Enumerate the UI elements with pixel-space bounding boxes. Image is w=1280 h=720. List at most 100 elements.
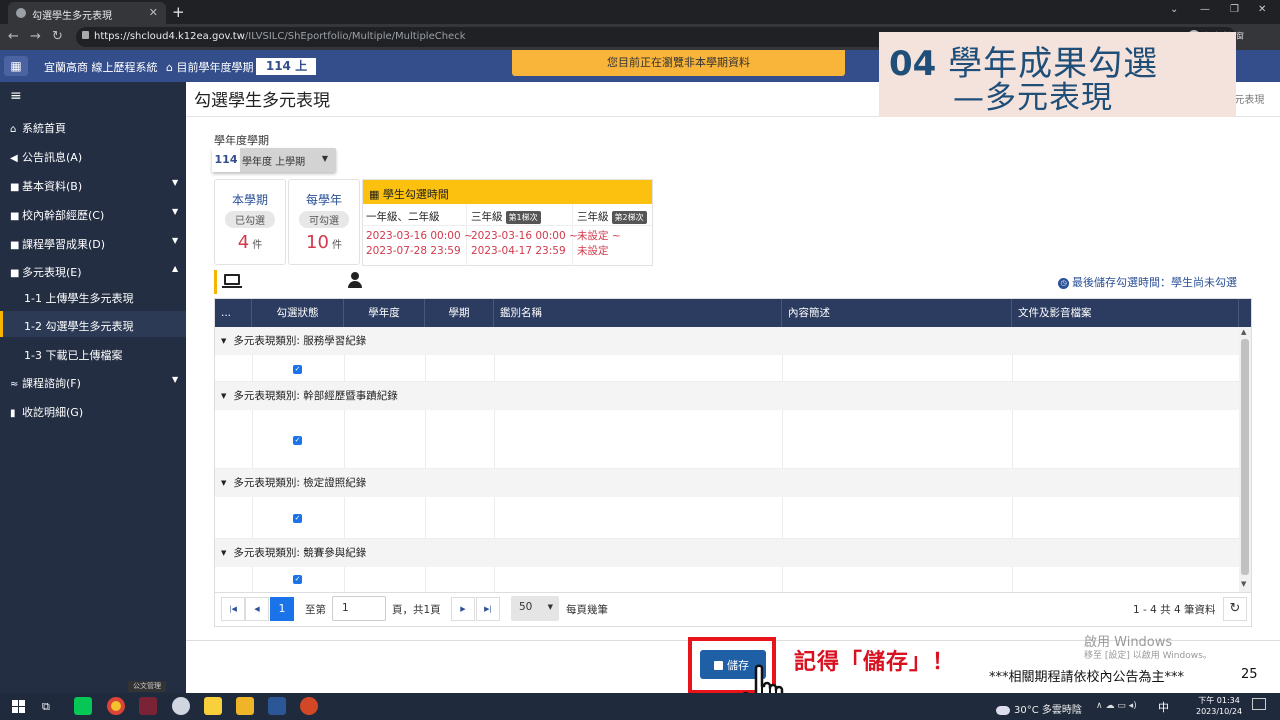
sidebar-subitem[interactable]: 1-3 下載已上傳檔案 bbox=[24, 347, 122, 363]
hamburger-menu-icon[interactable]: ≡ bbox=[0, 88, 186, 104]
next-page-icon[interactable]: ▶ bbox=[451, 597, 475, 621]
page-number-input[interactable]: 1 bbox=[332, 596, 386, 621]
grid-col-menu[interactable]: ... bbox=[215, 299, 252, 327]
sidebar-subitem[interactable]: 1-1 上傳學生多元表現 bbox=[24, 290, 133, 306]
windows-start-icon[interactable] bbox=[12, 700, 25, 713]
scroll-up-icon[interactable]: ▲ bbox=[1241, 328, 1246, 336]
sidebar-item-label: 校內幹部經歷(C) bbox=[22, 209, 105, 222]
new-tab-button[interactable]: + bbox=[172, 3, 185, 21]
sidebar-subitem[interactable]: 1-2 勾選學生多元表現 bbox=[24, 318, 133, 334]
first-page-icon[interactable]: |◀ bbox=[221, 597, 245, 621]
ime-indicator[interactable]: 中 bbox=[1158, 699, 1169, 715]
sitemap-icon: ■ bbox=[10, 211, 20, 222]
minimize-icon[interactable]: — bbox=[1200, 4, 1210, 15]
grid-col-term[interactable]: 學期 bbox=[425, 299, 494, 327]
reload-icon[interactable]: ↻ bbox=[52, 29, 63, 44]
select-checkbox[interactable]: ✓ bbox=[293, 436, 302, 445]
grid-col-status[interactable]: 勾選狀態 bbox=[252, 299, 344, 327]
sidebar-item[interactable]: ■ 多元表現(E) ▲ bbox=[10, 264, 178, 280]
sticky-notes-icon[interactable] bbox=[204, 697, 222, 715]
browser-tab[interactable]: 勾選學生多元表現 ✕ bbox=[8, 2, 166, 24]
forward-icon[interactable]: → bbox=[30, 29, 41, 44]
select-checkbox[interactable]: ✓ bbox=[293, 514, 302, 523]
maximize-icon[interactable]: ❐ bbox=[1230, 4, 1239, 15]
close-window-icon[interactable]: ✕ bbox=[1258, 4, 1266, 15]
laptop-icon[interactable] bbox=[224, 274, 240, 285]
grid-group-row[interactable]: ▼ 多元表現類別: 服務學習紀錄 bbox=[215, 327, 1239, 355]
tab-title: 勾選學生多元表現 bbox=[32, 11, 112, 22]
stat-card-limit: 每學年 可勾選 10 件 bbox=[288, 179, 360, 265]
file-icon: ▮ bbox=[10, 408, 16, 419]
sidebar-item[interactable]: ■ 校內幹部經歷(C) ▼ bbox=[10, 207, 178, 223]
sidebar-item[interactable]: ◀ 公告訊息(A) bbox=[10, 149, 82, 165]
url-path: /ILVSILC/ShEportfolio/Multiple/MultipleC… bbox=[244, 31, 466, 42]
taskbar-clock[interactable]: 下午 01:34 2023/10/24 bbox=[1196, 695, 1242, 717]
grid-group-label: 多元表現類別: 檢定證照紀錄 bbox=[233, 477, 367, 489]
grid-data-row[interactable]: ✓ bbox=[215, 497, 1239, 539]
prev-page-icon[interactable]: ◀ bbox=[245, 597, 269, 621]
weather-widget[interactable]: 30°C 多雲時陰 bbox=[996, 701, 1082, 716]
grid-group-row[interactable]: ▼ 多元表現類別: 競賽參與紀錄 bbox=[215, 539, 1239, 567]
scroll-down-icon[interactable]: ▼ bbox=[1241, 580, 1246, 588]
system-tray-icons[interactable]: ∧ ☁ ▭ ◂) bbox=[1096, 701, 1137, 711]
last-save-text: 最後儲存勾選時間：學生尚未勾選 bbox=[1072, 276, 1237, 289]
sidebar-item[interactable]: ≈ 課程諮詢(F) ▼ bbox=[10, 375, 178, 391]
sidebar-item[interactable]: ■ 基本資料(B) ▼ bbox=[10, 178, 178, 194]
sidebar-item[interactable]: ■ 課程學習成果(D) ▼ bbox=[10, 236, 178, 252]
expand-caret-icon[interactable]: ▼ bbox=[221, 479, 226, 487]
tab-search-icon[interactable]: ⌄ bbox=[1170, 4, 1178, 15]
pick-time-col: 一年級、二年級 2023-03-16 00:00 ~ 2023-07-28 23:… bbox=[363, 204, 473, 266]
sidebar-item[interactable]: ▮ 收訖明細(G) bbox=[10, 404, 83, 420]
refresh-icon[interactable]: ↻ bbox=[1223, 597, 1247, 621]
grid-data-row[interactable]: ✓ bbox=[215, 355, 1239, 382]
expand-caret-icon[interactable]: ▼ bbox=[221, 392, 226, 400]
sidebar-item[interactable]: ⌂ 系統首頁 bbox=[10, 120, 66, 136]
file-explorer-icon[interactable] bbox=[236, 697, 254, 715]
chrome-icon[interactable] bbox=[107, 697, 125, 715]
grid-data-row[interactable]: ✓ bbox=[215, 410, 1239, 469]
select-checkbox[interactable]: ✓ bbox=[293, 575, 302, 584]
briefcase-icon: ■ bbox=[10, 268, 20, 279]
expand-caret-icon[interactable]: ▼ bbox=[221, 549, 226, 557]
grid-col-files[interactable]: 文件及影音檔案 bbox=[1012, 299, 1239, 327]
page-size-value: 50 bbox=[519, 601, 533, 613]
user-icon[interactable] bbox=[348, 272, 362, 288]
chevron-down-icon: ▼ bbox=[321, 154, 328, 163]
school-icon: ⌂ bbox=[166, 61, 177, 74]
lock-icon[interactable] bbox=[82, 31, 89, 39]
page-size-select[interactable]: 50 ▼ bbox=[511, 596, 559, 621]
powerpoint-icon[interactable] bbox=[300, 697, 318, 715]
grid-col-content[interactable]: 內容簡述 bbox=[782, 299, 1012, 327]
windows-taskbar bbox=[0, 693, 1280, 720]
pick-time-col: 三年級 第2梯次 未設定 ~ 未設定 bbox=[574, 204, 652, 266]
document-app-icon[interactable] bbox=[139, 697, 157, 715]
term-select[interactable]: 114 學年度 上學期 ▼ bbox=[212, 148, 336, 172]
sidebar-item-label: 基本資料(B) bbox=[22, 180, 83, 193]
pick-start: 2023-03-16 00:00 ~ bbox=[471, 230, 578, 242]
cloud-icon bbox=[996, 705, 1010, 715]
grid-group-row[interactable]: ▼ 多元表現類別: 檢定證照紀錄 bbox=[215, 469, 1239, 497]
grid-col-year[interactable]: 學年度 bbox=[344, 299, 425, 327]
back-icon[interactable]: ← bbox=[8, 29, 19, 44]
current-page-button[interactable]: 1 bbox=[270, 597, 294, 621]
close-tab-icon[interactable]: ✕ bbox=[149, 6, 158, 19]
word-icon[interactable] bbox=[268, 697, 286, 715]
select-checkbox[interactable]: ✓ bbox=[293, 365, 302, 374]
expand-caret-icon[interactable]: ▼ bbox=[221, 337, 226, 345]
grid-data-row[interactable]: ✓ bbox=[215, 567, 1239, 592]
grid-group-row[interactable]: ▼ 多元表現類別: 幹部經歷暨事蹟紀錄 bbox=[215, 382, 1239, 410]
chat-icon: ≈ bbox=[10, 379, 19, 390]
last-save-time: ◷ 最後儲存勾選時間：學生尚未勾選 bbox=[1058, 274, 1237, 290]
notification-icon[interactable] bbox=[1252, 698, 1266, 710]
chat-app-icon[interactable] bbox=[172, 697, 190, 715]
line-app-icon[interactable] bbox=[74, 697, 92, 715]
last-page-icon[interactable]: ▶| bbox=[476, 597, 500, 621]
grid-col-name[interactable]: 鑑別名稱 bbox=[494, 299, 782, 327]
clock-time: 下午 01:34 bbox=[1198, 696, 1240, 705]
scroll-thumb[interactable] bbox=[1241, 339, 1249, 575]
apps-grid-button[interactable]: ▦ bbox=[4, 56, 28, 76]
batch-badge: 第1梯次 bbox=[505, 210, 541, 224]
task-view-icon[interactable]: ⧉ bbox=[42, 700, 50, 714]
grid-scrollbar[interactable]: ▲ ▼ bbox=[1239, 327, 1251, 592]
calendar-icon: ▦ bbox=[369, 188, 383, 201]
